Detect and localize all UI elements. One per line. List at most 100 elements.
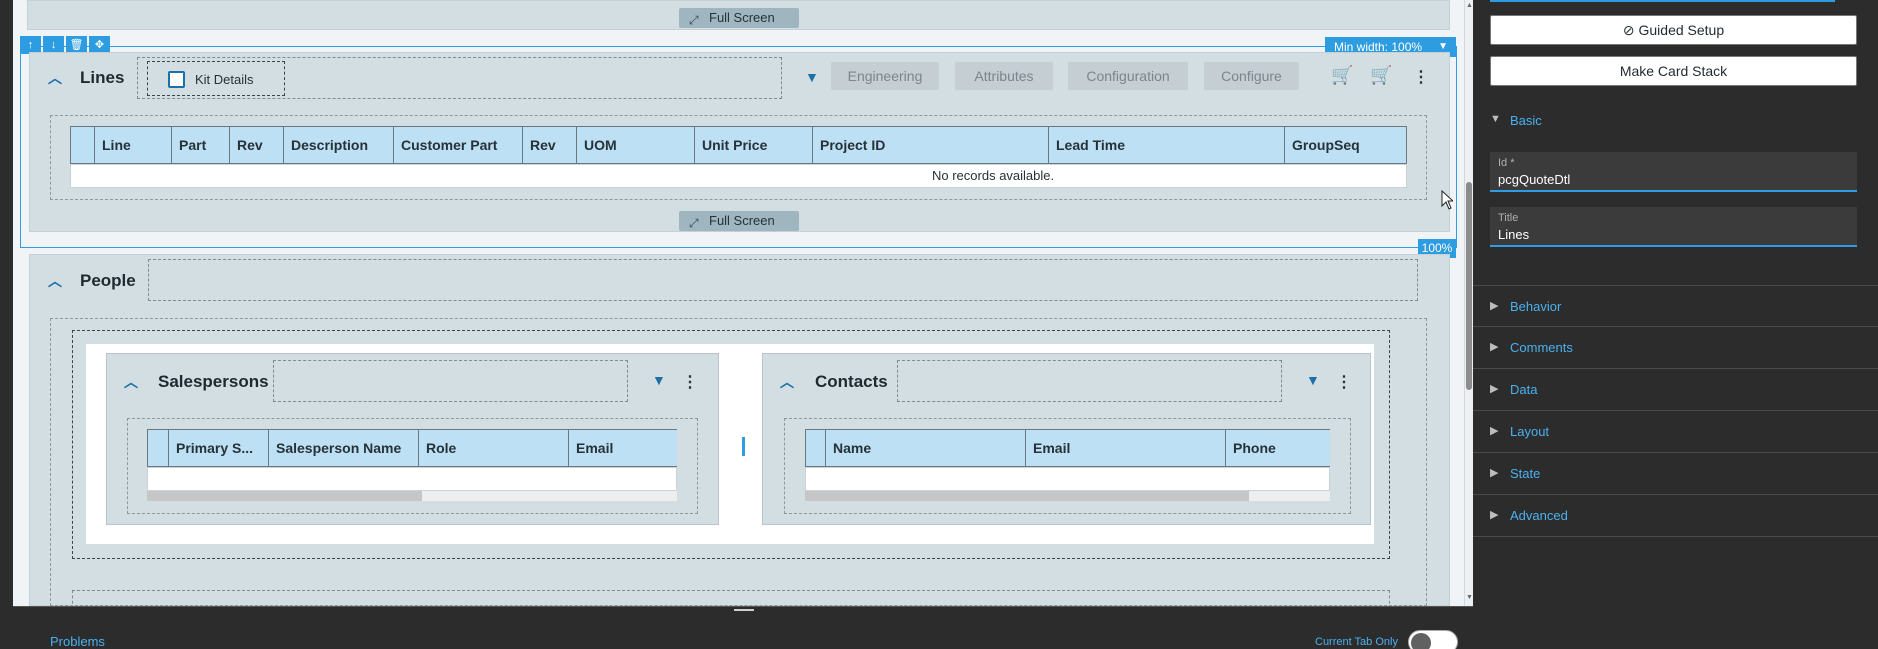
section-comments[interactable]: ▶ Comments bbox=[1473, 327, 1878, 369]
designer-canvas: ⤢ Full Screen ↑ ↓ 🗑 ✥ Min width: 100% ▼ … bbox=[0, 0, 1473, 606]
lines-card-title: Lines bbox=[80, 68, 125, 87]
section-advanced-label: Advanced bbox=[1510, 508, 1568, 523]
make-card-stack-button[interactable]: Make Card Stack bbox=[1490, 56, 1857, 86]
scroll-thumb[interactable] bbox=[1466, 182, 1472, 390]
grid-col-rev-2[interactable]: Rev bbox=[523, 127, 577, 163]
grid-col-role[interactable]: Role bbox=[419, 430, 569, 466]
grid-col-part[interactable]: Part bbox=[172, 127, 230, 163]
chevron-right-icon: ▶ bbox=[1490, 425, 1499, 437]
contacts-hscrollbar[interactable] bbox=[805, 491, 1330, 501]
grid-col-phone[interactable]: Phone bbox=[1226, 430, 1331, 466]
grid-col-select[interactable] bbox=[806, 430, 826, 466]
full-screen-button-lines[interactable]: ⤢ Full Screen bbox=[679, 211, 799, 231]
more-menu-icon[interactable]: ⋮ bbox=[682, 372, 698, 392]
panel-top-accent bbox=[1490, 0, 1835, 2]
grid-col-unit-price[interactable]: Unit Price bbox=[695, 127, 813, 163]
mouse-cursor-icon bbox=[1441, 190, 1453, 210]
section-basic-label: Basic bbox=[1510, 113, 1542, 128]
grid-col-project-id[interactable]: Project ID bbox=[813, 127, 1049, 163]
grid-col-lead-time[interactable]: Lead Time bbox=[1049, 127, 1285, 163]
properties-panel: ⊘ Guided Setup Make Card Stack ▼ Basic I… bbox=[1473, 0, 1878, 649]
chevron-right-icon: ▶ bbox=[1490, 341, 1499, 353]
scroll-thumb[interactable] bbox=[805, 491, 1249, 501]
expand-icon: ⤢ bbox=[689, 13, 699, 27]
toggle-knob bbox=[1411, 633, 1431, 649]
tab-configure[interactable]: Configure bbox=[1204, 62, 1299, 90]
current-tab-only-label: Current Tab Only bbox=[1315, 636, 1398, 648]
scroll-down-icon[interactable]: ▼ bbox=[1466, 594, 1473, 602]
title-field[interactable]: Title Lines bbox=[1490, 207, 1857, 247]
grid-col-customer-part[interactable]: Customer Part bbox=[394, 127, 523, 163]
cart-add-icon[interactable]: 🛒 bbox=[1370, 65, 1392, 86]
section-advanced[interactable]: ▶ Advanced bbox=[1473, 495, 1878, 537]
scroll-up-icon[interactable]: ▲ bbox=[1466, 2, 1473, 10]
section-data[interactable]: ▶ Data bbox=[1473, 369, 1878, 411]
resize-grip-icon[interactable] bbox=[734, 609, 754, 611]
chevron-down-icon: ▼ bbox=[1490, 113, 1501, 125]
no-records-message: No records available. bbox=[932, 168, 1055, 183]
section-state-label: State bbox=[1510, 466, 1541, 481]
kit-details-label: Kit Details bbox=[195, 72, 254, 87]
chevron-right-icon: ▶ bbox=[1490, 467, 1499, 479]
section-behavior-label: Behavior bbox=[1510, 299, 1562, 314]
grid-col-groupseq[interactable]: GroupSeq bbox=[1285, 127, 1406, 163]
grid-col-uom[interactable]: UOM bbox=[577, 127, 695, 163]
grid-col-salesperson-name[interactable]: Salesperson Name bbox=[269, 430, 419, 466]
people-card-title: People bbox=[80, 271, 136, 290]
next-zone-slot bbox=[72, 590, 1390, 606]
salespersons-grid-body bbox=[147, 467, 677, 491]
salespersons-hscrollbar[interactable] bbox=[147, 491, 677, 501]
id-field-value: pcgQuoteDtl bbox=[1498, 172, 1571, 187]
add-to-cart-icon[interactable]: 🛒 bbox=[1331, 65, 1353, 86]
grid-col-name[interactable]: Name bbox=[826, 430, 1026, 466]
grid-col-email[interactable]: Email bbox=[1026, 430, 1226, 466]
grid-col-select[interactable] bbox=[148, 430, 169, 466]
grid-col-line[interactable]: Line bbox=[95, 127, 172, 163]
section-basic[interactable]: ▼ Basic bbox=[1473, 100, 1878, 142]
section-state[interactable]: ▶ State bbox=[1473, 453, 1878, 495]
grid-col-primary-salesperson[interactable]: Primary S... bbox=[169, 430, 269, 466]
kit-details-checkbox[interactable]: Kit Details bbox=[147, 61, 285, 96]
section-behavior[interactable]: ▶ Behavior bbox=[1473, 285, 1878, 327]
id-field-label: Id * bbox=[1498, 157, 1515, 169]
tab-configuration[interactable]: Configuration bbox=[1068, 62, 1188, 90]
filter-icon[interactable]: ▼ bbox=[1306, 372, 1320, 388]
problems-tab[interactable]: Problems bbox=[50, 634, 105, 649]
id-field[interactable]: Id * pcgQuoteDtl bbox=[1490, 152, 1857, 192]
guided-setup-button[interactable]: ⊘ Guided Setup bbox=[1490, 15, 1857, 45]
bottom-bar bbox=[13, 606, 1473, 649]
contacts-grid-body bbox=[805, 467, 1330, 491]
scroll-thumb[interactable] bbox=[147, 491, 422, 501]
collapse-chevron-icon[interactable]: ︿ bbox=[48, 68, 62, 88]
grid-col-email[interactable]: Email bbox=[569, 430, 678, 466]
filter-icon[interactable]: ▼ bbox=[805, 69, 819, 85]
people-header-slot bbox=[148, 259, 1418, 301]
salespersons-card-title: Salespersons bbox=[158, 372, 269, 391]
collapse-chevron-icon[interactable]: ︿ bbox=[780, 372, 794, 392]
collapse-chevron-icon[interactable]: ︿ bbox=[124, 372, 138, 392]
canvas-vscrollbar[interactable]: ▲ ▼ bbox=[1464, 0, 1473, 606]
expand-icon: ⤢ bbox=[689, 216, 699, 230]
full-screen-button-top[interactable]: ⤢ Full Screen bbox=[679, 8, 799, 28]
chevron-right-icon: ▶ bbox=[1490, 300, 1499, 312]
collapse-chevron-icon[interactable]: ︿ bbox=[48, 271, 62, 291]
lines-grid-body bbox=[70, 164, 1407, 188]
contacts-card-title: Contacts bbox=[815, 372, 888, 391]
salespersons-grid-header: Primary S... Salesperson Name Role Email bbox=[147, 429, 677, 467]
tab-attributes[interactable]: Attributes bbox=[955, 62, 1053, 90]
grid-col-select[interactable] bbox=[71, 127, 95, 163]
title-field-value: Lines bbox=[1498, 227, 1530, 242]
chevron-right-icon: ▶ bbox=[1490, 509, 1499, 521]
section-layout[interactable]: ▶ Layout bbox=[1473, 411, 1878, 453]
grid-col-rev[interactable]: Rev bbox=[230, 127, 284, 163]
column-splitter[interactable] bbox=[742, 437, 745, 456]
contacts-grid-header: Name Email Phone bbox=[805, 429, 1330, 467]
grid-col-description[interactable]: Description bbox=[284, 127, 394, 163]
filter-icon[interactable]: ▼ bbox=[652, 372, 666, 388]
salespersons-header-slot bbox=[273, 360, 628, 402]
current-tab-only-toggle[interactable] bbox=[1408, 630, 1458, 649]
tab-engineering[interactable]: Engineering bbox=[831, 62, 939, 90]
chevron-right-icon: ▶ bbox=[1490, 383, 1499, 395]
more-menu-icon[interactable]: ⋮ bbox=[1413, 67, 1429, 87]
more-menu-icon[interactable]: ⋮ bbox=[1336, 372, 1352, 392]
